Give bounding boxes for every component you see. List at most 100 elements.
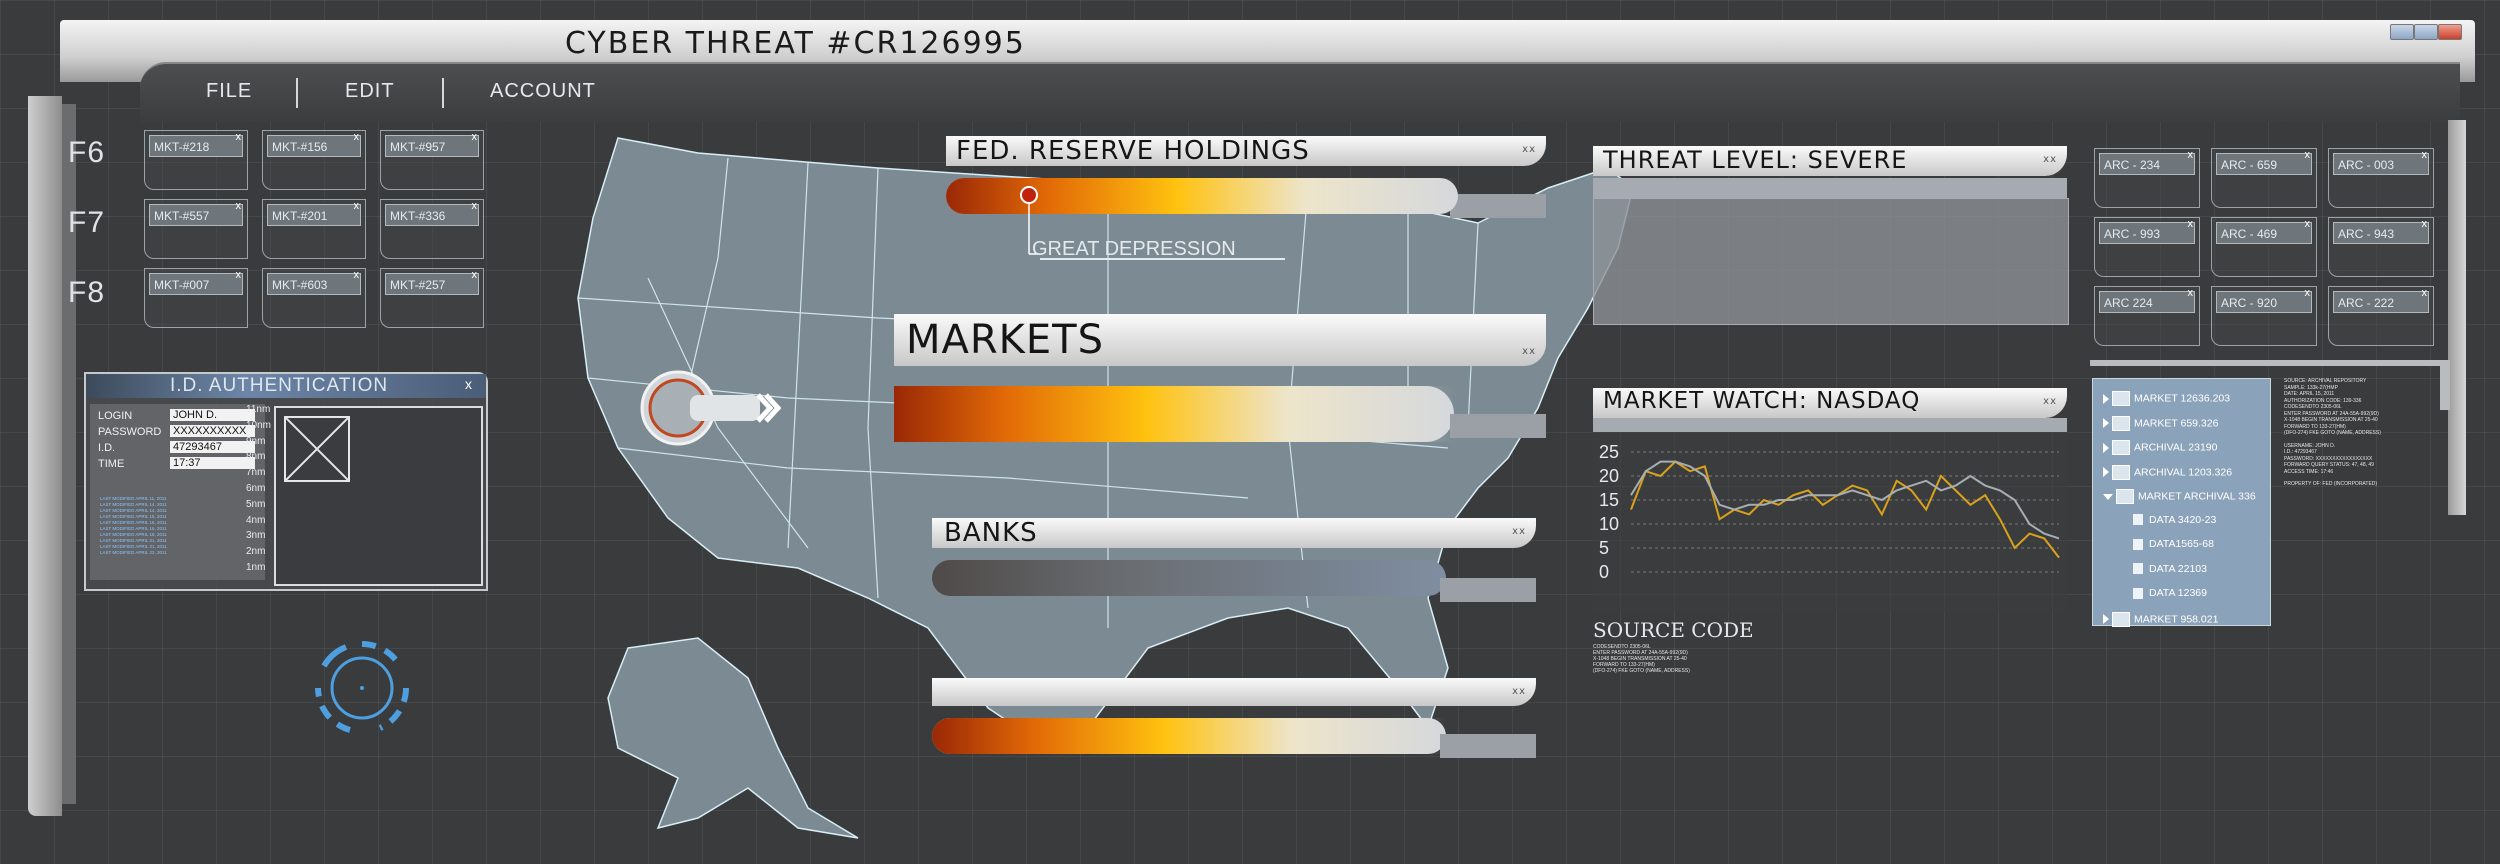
close-icon[interactable]: x [2305, 287, 2311, 299]
mkt-chip[interactable]: MKT-#957 x [380, 130, 484, 190]
banks-bar [932, 560, 1446, 596]
tree-data-item[interactable]: DATA 12369 [2133, 587, 2207, 599]
arc-chip[interactable]: ARC - 659 x [2211, 148, 2317, 208]
close-icon[interactable]: xx [1522, 326, 1536, 378]
arc-chip-label: ARC - 943 [2333, 222, 2429, 244]
arc-chip[interactable]: ARC - 222 x [2328, 286, 2434, 346]
arc-chip[interactable]: ARC - 993 x [2094, 217, 2200, 277]
menu-edit[interactable]: EDIT [345, 80, 395, 103]
close-icon[interactable]: x [465, 376, 472, 392]
menu-bar: FILE EDIT ACCOUNT [140, 62, 2460, 122]
mkt-chip[interactable]: MKT-#201 x [262, 199, 366, 259]
arc-chip[interactable]: ARC - 943 x [2328, 217, 2434, 277]
threat-body [1593, 198, 2069, 325]
arc-chip[interactable]: ARC - 920 x [2211, 286, 2317, 346]
close-icon[interactable]: x [472, 200, 478, 212]
time-input[interactable]: 17:37 [170, 457, 255, 469]
close-icon[interactable] [2438, 24, 2462, 40]
close-icon[interactable]: x [236, 131, 242, 143]
arc-chip[interactable]: ARC - 003 x [2328, 148, 2434, 208]
mkt-chip[interactable]: MKT-#557 x [144, 199, 248, 259]
left-frame [28, 96, 62, 816]
target-marker-icon [640, 370, 782, 446]
mkt-chip[interactable]: MKT-#257 x [380, 268, 484, 328]
mkt-chip[interactable]: MKT-#336 x [380, 199, 484, 259]
arc-chip[interactable]: ARC - 234 x [2094, 148, 2200, 208]
tree-item-label: ARCHIVAL 23190 [2134, 441, 2218, 454]
tree-data-item[interactable]: DATA1565-68 [2133, 538, 2214, 550]
expand-down-icon[interactable] [2103, 493, 2113, 500]
menu-divider [442, 78, 444, 108]
expand-right-icon[interactable] [2103, 442, 2109, 453]
minimize-icon[interactable] [2390, 24, 2414, 40]
threat-header: THREAT LEVEL: SEVERE xx [1593, 146, 2067, 176]
id-input[interactable]: 47293467 [170, 441, 255, 453]
tree-market-item[interactable]: ARCHIVAL 1203.326 [2103, 464, 2232, 480]
tree-market-item[interactable]: MARKET 12636.203 [2103, 391, 2230, 406]
tree-item-label: DATA1565-68 [2149, 538, 2214, 550]
password-input[interactable]: XXXXXXXXXX [170, 425, 255, 437]
close-icon[interactable]: x [354, 269, 360, 281]
arc-bracket-end [2440, 360, 2450, 410]
mkt-chip[interactable]: MKT-#218 x [144, 130, 248, 190]
fed-reserve-title: FED. RESERVE HOLDINGS [956, 136, 1310, 166]
tree-market-item[interactable]: ARCHIVAL 23190 [2103, 440, 2217, 455]
close-icon[interactable]: x [354, 200, 360, 212]
close-icon[interactable]: x [2422, 218, 2428, 230]
close-icon[interactable]: x [2305, 218, 2311, 230]
close-icon[interactable]: x [236, 200, 242, 212]
chart-icon [2112, 415, 2130, 431]
arc-chip[interactable]: ARC 224 x [2094, 286, 2200, 346]
markets-strip [1450, 414, 1546, 438]
close-icon[interactable]: x [2422, 287, 2428, 299]
expand-right-icon[interactable] [2103, 467, 2109, 477]
expand-right-icon[interactable] [2103, 614, 2109, 624]
side-info-text: SOURCE: ARCHIVAL REPOSITORY SAMPLE: 133k-… [2284, 378, 2424, 488]
scale-label: 7nm [246, 467, 266, 479]
expand-right-icon[interactable] [2103, 418, 2109, 428]
close-icon[interactable]: x [2305, 149, 2311, 161]
close-icon[interactable]: x [472, 269, 478, 281]
close-icon[interactable]: xx [1512, 526, 1526, 537]
tree-data-item[interactable]: DATA 3420-23 [2133, 514, 2216, 526]
close-icon[interactable]: x [2188, 218, 2194, 230]
menu-account[interactable]: ACCOUNT [490, 80, 596, 103]
tree-item-label: MARKET 12636.203 [2134, 392, 2231, 405]
y-tick-label: 15 [1599, 490, 1619, 510]
mkt-chip[interactable]: MKT-#603 x [262, 268, 366, 328]
login-input[interactable]: JOHN D. [170, 409, 255, 421]
expand-right-icon[interactable] [2103, 393, 2109, 404]
close-icon[interactable]: xx [2043, 396, 2057, 407]
close-icon[interactable]: x [2188, 287, 2194, 299]
nasdaq-chart: 0 5 10 15 20 25 [1599, 442, 2060, 582]
y-tick-label: 25 [1599, 442, 1619, 462]
close-icon[interactable]: xx [2043, 154, 2057, 165]
menu-file[interactable]: FILE [206, 80, 252, 103]
window-title: CYBER THREAT #CR126995 [565, 26, 1026, 61]
arc-chip[interactable]: ARC - 469 x [2211, 217, 2317, 277]
scale-label: 5nm [246, 498, 266, 510]
arc-chip-label: ARC - 659 [2216, 153, 2312, 175]
document-icon [2133, 587, 2143, 599]
close-icon[interactable]: x [2422, 149, 2428, 161]
mkt-chip-label: MKT-#201 [267, 204, 361, 226]
maximize-icon[interactable] [2414, 24, 2438, 40]
source-code-line: (DFO-274) FKE GOTO (NAME, ADDRESS) [1593, 668, 1690, 674]
tree-market-item[interactable]: MARKET ARCHIVAL 336 [2103, 489, 2256, 504]
tree-market-item[interactable]: MARKET 958.021 [2103, 611, 2218, 627]
close-icon[interactable]: xx [1512, 686, 1526, 697]
scale-label: 2nm [246, 546, 266, 558]
mkt-chip[interactable]: MKT-#007 x [144, 268, 248, 328]
mkt-chip[interactable]: MKT-#156 x [262, 130, 366, 190]
arc-chip-label: ARC - 234 [2099, 153, 2195, 175]
close-icon[interactable]: x [354, 131, 360, 143]
y-tick-label: 5 [1599, 538, 1609, 558]
close-icon[interactable]: xx [1522, 144, 1536, 155]
close-icon[interactable]: x [472, 131, 478, 143]
tree-market-item[interactable]: MARKET 659.326 [2103, 415, 2218, 431]
scale-label: 4nm [246, 514, 266, 526]
source-code-title: SOURCE CODE [1593, 618, 1754, 642]
close-icon[interactable]: x [2188, 149, 2194, 161]
close-icon[interactable]: x [236, 269, 242, 281]
tree-data-item[interactable]: DATA 22103 [2133, 563, 2207, 575]
